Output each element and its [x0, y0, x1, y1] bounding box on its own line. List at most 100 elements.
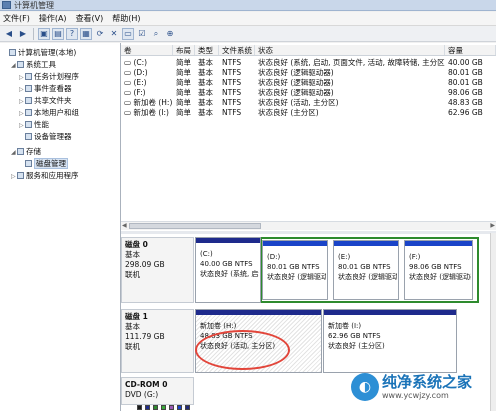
tree-item-label: 系统工具	[26, 60, 56, 69]
show-hide-tree-icon[interactable]: ▤	[52, 27, 64, 40]
tree-node-icon	[25, 97, 32, 104]
disk-info: 磁盘 1 基本 111.79 GB 联机	[121, 309, 194, 373]
tree-node-icon	[25, 73, 32, 80]
partition-status: 状态良好 (系统, 启动	[200, 270, 259, 278]
menu-help[interactable]: 帮助(H)	[112, 13, 140, 24]
table-row[interactable]: ▭ (F:) 简单 基本 NTFS 状态良好 (逻辑驱动器) 98.06 GB	[121, 88, 496, 98]
tree-node-icon	[25, 160, 32, 167]
partition-title: (C:)	[200, 250, 213, 258]
refresh-icon[interactable]: ⟳	[94, 28, 106, 40]
volume-list-header: 卷布局 类型 文件系统 状态 容量	[121, 45, 496, 56]
tree-item[interactable]: ▷ 事件查看器	[19, 83, 72, 94]
up-folder-icon[interactable]: ▣	[38, 27, 50, 40]
disk-name: 磁盘 1	[125, 312, 148, 321]
tree-item[interactable]: ◢ 系统工具	[11, 59, 56, 70]
partition[interactable]: 新加卷 (I:) 62.96 GB NTFS 状态良好 (主分区)	[323, 309, 457, 373]
table-cell: 基本	[198, 58, 213, 67]
horizontal-scrollbar[interactable]: ◀ ▶	[121, 221, 496, 230]
tree-item[interactable]: ▷ 本地用户和组	[19, 107, 79, 118]
table-cell: 80.01 GB	[448, 68, 483, 77]
legend-swatch	[145, 405, 150, 410]
tree-item[interactable]: 磁盘管理	[19, 158, 68, 169]
menu-action[interactable]: 操作(A)	[39, 13, 67, 24]
table-cell: ▭ 新加卷 (I:)	[124, 108, 169, 117]
table-cell: NTFS	[222, 78, 242, 87]
partition-status: 状态良好 (逻辑驱动器	[409, 273, 471, 281]
toolbar-separator	[33, 27, 34, 40]
table-row[interactable]: ▭ 新加卷 (H:) 简单 基本 NTFS 状态良好 (活动, 主分区) 48.83 GB	[121, 98, 496, 108]
zoom-icon[interactable]: ⊕	[164, 28, 176, 40]
scroll-right-icon[interactable]: ▶	[490, 222, 495, 229]
tree-item[interactable]: 计算机管理(本地)	[3, 47, 76, 58]
tree-node-icon	[17, 61, 24, 68]
legend-swatch	[137, 405, 142, 410]
tree-item[interactable]: ▷ 服务和应用程序	[11, 170, 79, 181]
partition[interactable]: (F:) 98.06 GB NTFS 状态良好 (逻辑驱动器	[404, 240, 473, 300]
partition-size: 62.96 GB NTFS	[328, 332, 381, 340]
column-header[interactable]: 状态	[255, 45, 445, 55]
tree-item[interactable]: ▷ 共享文件夹	[19, 95, 72, 106]
help-icon[interactable]: ?	[66, 27, 78, 40]
column-header[interactable]: 容量	[445, 45, 496, 55]
table-cell: 基本	[198, 78, 213, 87]
partition[interactable]: (E:) 80.01 GB NTFS 状态良好 (逻辑驱动器	[333, 240, 399, 300]
tree-node-icon	[25, 109, 32, 116]
table-row[interactable]: ▭ (C:) 简单 基本 NTFS 状态良好 (系统, 启动, 页面文件, 活动, 故障…	[121, 58, 496, 68]
tree-item-label: 服务和应用程序	[26, 171, 79, 180]
disk-name: 磁盘 0	[125, 240, 148, 249]
table-cell: ▭ (E:)	[124, 78, 147, 87]
table-row[interactable]: ▭ 新加卷 (I:) 简单 基本 NTFS 状态良好 (主分区) 62.96 GB	[121, 108, 496, 118]
menu-file[interactable]: 文件(F)	[3, 13, 30, 24]
table-cell: 简单	[176, 108, 191, 117]
partition-status: 状态良好 (逻辑驱动器	[338, 273, 397, 281]
search-icon[interactable]: ⌕	[150, 28, 162, 40]
tree-item-label: 任务计划程序	[34, 72, 79, 81]
partition-bar	[334, 241, 398, 246]
table-cell: 48.83 GB	[448, 98, 483, 107]
table-row[interactable]: ▭ (D:) 简单 基本 NTFS 状态良好 (逻辑驱动器) 80.01 GB	[121, 68, 496, 78]
partition-status: 状态良好 (主分区)	[328, 342, 385, 350]
table-cell: ▭ (F:)	[124, 88, 146, 97]
check-icon[interactable]: ☑	[136, 28, 148, 40]
column-header[interactable]: 卷	[121, 45, 173, 55]
delete-icon[interactable]: ✕	[108, 28, 120, 40]
partition-bar	[405, 241, 472, 246]
table-cell: 基本	[198, 88, 213, 97]
computer-management-window: 计算机管理 文件(F) 操作(A) 查看(V) 帮助(H) ◀ ▶ ▣ ▤ ? …	[0, 0, 496, 411]
column-header[interactable]: 类型	[195, 45, 219, 55]
scroll-thumb[interactable]	[129, 223, 261, 229]
column-header[interactable]: 文件系统	[219, 45, 255, 55]
vertical-scrollbar[interactable]	[490, 233, 496, 411]
table-cell: NTFS	[222, 58, 242, 67]
highlight-circle	[195, 330, 290, 370]
properties-icon[interactable]: ▦	[80, 27, 92, 40]
tree-node-icon	[25, 133, 32, 140]
export-icon[interactable]: ▭	[122, 27, 134, 40]
table-row[interactable]: ▭ (E:) 简单 基本 NTFS 状态良好 (逻辑驱动器) 80.01 GB	[121, 78, 496, 88]
back-icon[interactable]: ◀	[3, 28, 15, 40]
navigation-tree: 计算机管理(本地) ◢ 系统工具 ▷ 任务计划程序 ▷ 事件查看器 ▷ 共享文件夹 ▷ 本地用户和组…	[0, 43, 121, 411]
forward-icon[interactable]: ▶	[17, 28, 29, 40]
table-cell: NTFS	[222, 68, 242, 77]
disk-row: 磁盘 0 基本 298.09 GB 联机 (C:) 40.00 GB NTFS 状态良好 (…	[121, 237, 490, 303]
scroll-left-icon[interactable]: ◀	[122, 222, 127, 229]
table-cell: 40.00 GB	[448, 58, 483, 67]
tree-item[interactable]: ▷ 性能	[19, 119, 49, 130]
tree-item[interactable]: 设备管理器	[19, 131, 72, 142]
table-cell: 基本	[198, 98, 213, 107]
disk-type: 基本	[125, 250, 140, 259]
legend-swatch	[177, 405, 182, 410]
tree-item-label: 共享文件夹	[34, 96, 72, 105]
menu-view[interactable]: 查看(V)	[76, 13, 104, 24]
column-header[interactable]: 布局	[173, 45, 195, 55]
legend-swatch	[153, 405, 158, 410]
partition[interactable]: (D:) 80.01 GB NTFS 状态良好 (逻辑驱动器	[262, 240, 328, 300]
pane-splitter[interactable]	[121, 231, 496, 234]
toolbar: ◀ ▶ ▣ ▤ ? ▦ ⟳ ✕ ▭ ☑ ⌕ ⊕	[0, 26, 496, 42]
tree-item[interactable]: ▷ 任务计划程序	[19, 71, 79, 82]
tree-item[interactable]: ◢ 存储	[11, 146, 41, 157]
legend-swatch	[161, 405, 166, 410]
partition-size: 80.01 GB NTFS	[267, 263, 320, 271]
partition[interactable]: (C:) 40.00 GB NTFS 状态良好 (系统, 启动	[195, 237, 261, 303]
tree-node-icon	[9, 49, 16, 56]
